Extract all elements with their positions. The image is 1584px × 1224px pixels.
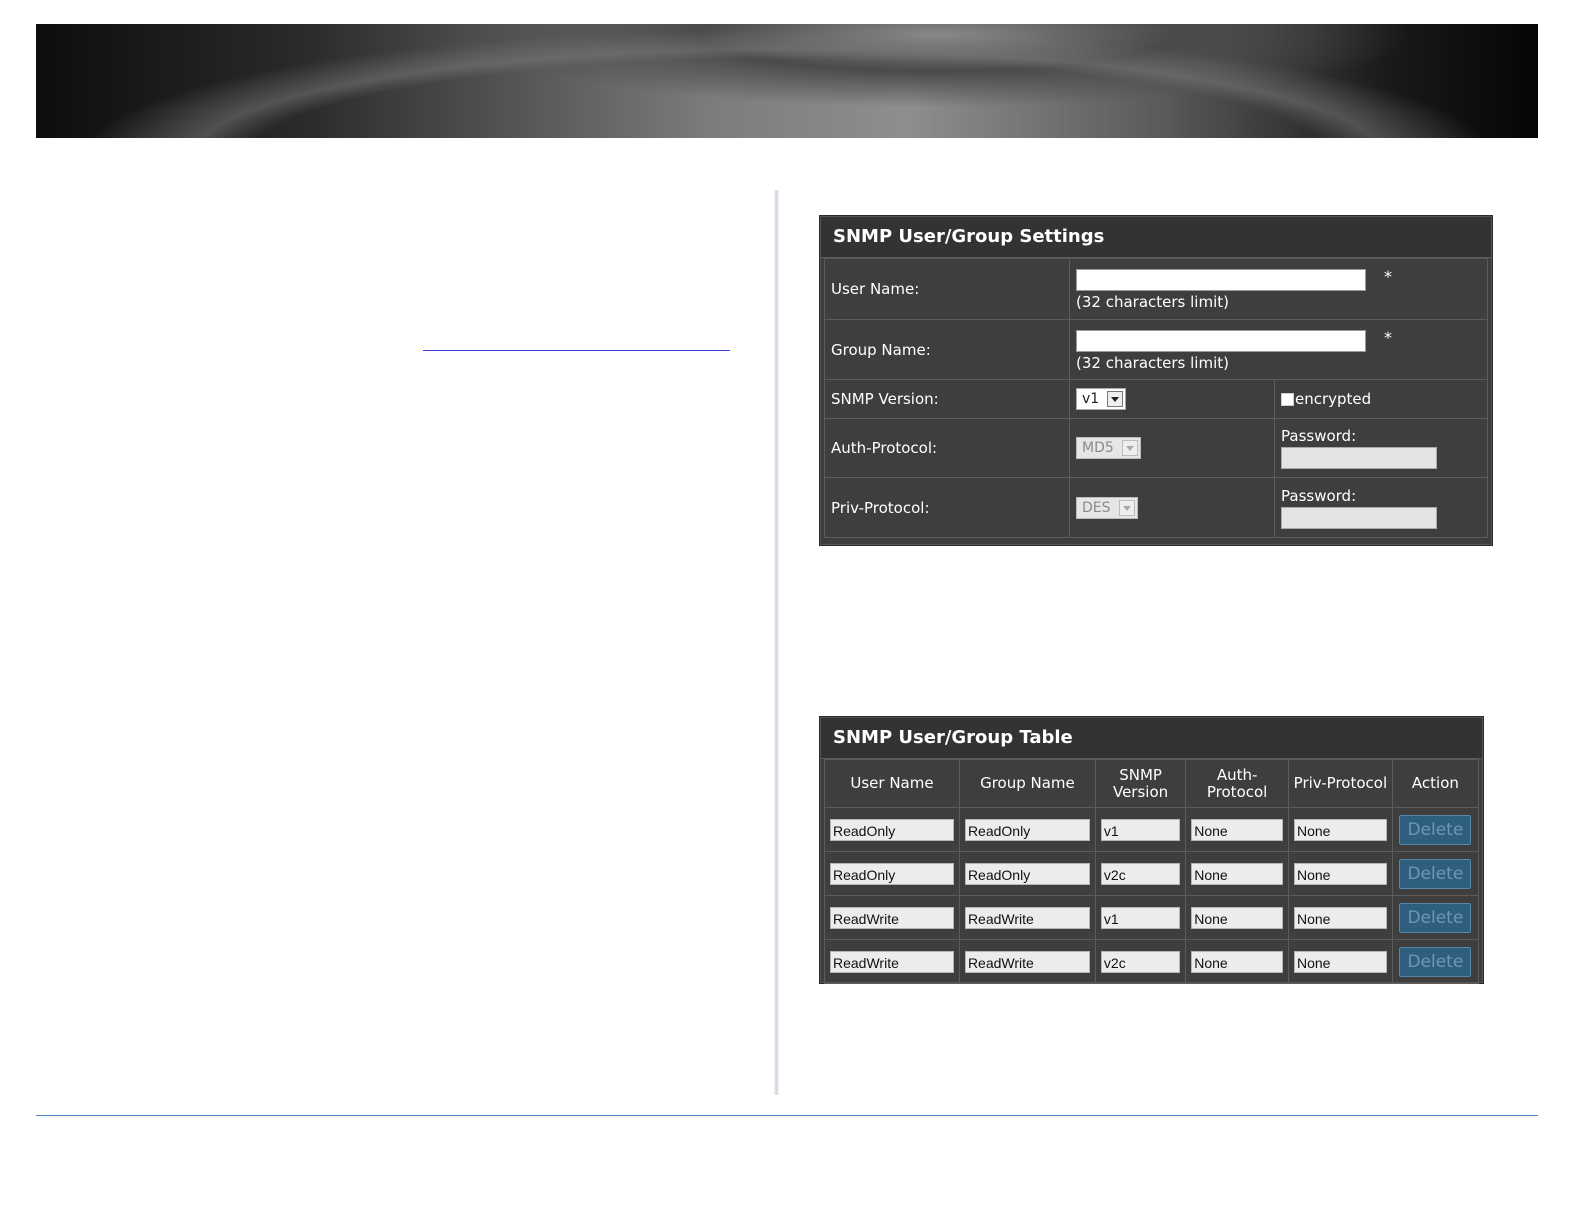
snmp-version-value: v1 (1082, 391, 1100, 407)
table-header-row: User Name Group Name SNMP Version Auth- … (824, 759, 1480, 808)
row-priv-protocol[interactable]: None (1294, 906, 1387, 929)
snmp-version-cell: v1 (1069, 379, 1275, 419)
priv-password-label: Password: (1281, 486, 1357, 505)
user-name-hint: (32 characters limit) (1076, 293, 1229, 311)
encrypted-checkbox[interactable] (1281, 393, 1294, 406)
group-name-cell: * (32 characters limit) (1069, 319, 1488, 380)
col-header-auth-protocol-line1: Auth- (1216, 765, 1258, 784)
group-name-label: Group Name: (824, 319, 1070, 380)
snmp-user-group-settings-panel: SNMP User/Group Settings User Name: * (3… (820, 216, 1492, 545)
col-header-snmp-version: SNMP Version (1094, 759, 1187, 808)
row-auth-protocol[interactable]: None (1191, 906, 1283, 929)
auth-password-input[interactable] (1281, 447, 1437, 469)
auth-password-cell: Password: (1274, 418, 1488, 478)
row-auth-protocol[interactable]: None (1191, 950, 1283, 973)
settings-form: User Name: * (32 characters limit) Group… (824, 258, 1488, 538)
priv-password-cell: Password: (1274, 477, 1488, 538)
delete-button[interactable]: Delete (1399, 858, 1472, 889)
row-priv-protocol[interactable]: None (1294, 818, 1387, 841)
col-header-group-name: Group Name (958, 759, 1096, 808)
auth-protocol-select[interactable]: MD5 (1076, 437, 1141, 459)
row-group-name[interactable]: ReadWrite (964, 906, 1090, 929)
footer-divider (36, 1115, 1538, 1116)
table-row: ReadOnly ReadOnly v1 None None Delete (824, 807, 1480, 852)
row-snmp-version[interactable]: v2c (1100, 862, 1181, 885)
row-user-name[interactable]: ReadOnly (830, 862, 954, 885)
group-name-hint: (32 characters limit) (1076, 353, 1229, 372)
row-auth-protocol[interactable]: None (1191, 862, 1283, 885)
col-header-priv-protocol: Priv-Protocol (1288, 759, 1393, 808)
encrypted-label: encrypted (1295, 390, 1372, 408)
row-auth-protocol[interactable]: None (1191, 818, 1283, 841)
delete-button[interactable]: Delete (1399, 946, 1472, 977)
col-header-auth-protocol-line2: Protocol (1206, 782, 1268, 801)
table-row: ReadWrite ReadWrite v1 None None Delete (824, 895, 1480, 940)
table-row: ReadWrite ReadWrite v2c None None Delete (824, 939, 1480, 984)
row-snmp-version[interactable]: v2c (1100, 950, 1181, 973)
row-user-name[interactable]: ReadWrite (830, 906, 954, 929)
col-header-action: Action (1391, 759, 1480, 808)
chevron-down-icon[interactable] (1121, 440, 1138, 456)
row-user-name[interactable]: ReadWrite (830, 950, 954, 973)
header-banner (36, 24, 1538, 138)
user-name-required-mark: * (1384, 267, 1392, 286)
priv-protocol-cell: DES (1069, 477, 1275, 538)
row-snmp-version[interactable]: v1 (1100, 906, 1181, 929)
row-group-name[interactable]: ReadWrite (964, 950, 1090, 973)
snmp-version-label: SNMP Version: (824, 379, 1070, 419)
col-header-snmp-version-line2: Version (1112, 782, 1169, 801)
settings-panel-title: SNMP User/Group Settings (821, 217, 1491, 258)
col-header-auth-protocol: Auth- Protocol (1185, 759, 1289, 808)
col-header-snmp-version-line1: SNMP (1119, 765, 1162, 784)
delete-button[interactable]: Delete (1399, 902, 1472, 933)
delete-button[interactable]: Delete (1399, 814, 1472, 845)
row-user-name[interactable]: ReadOnly (830, 818, 954, 841)
user-name-input[interactable] (1076, 269, 1366, 291)
row-group-name[interactable]: ReadOnly (964, 862, 1090, 885)
row-priv-protocol[interactable]: None (1294, 862, 1387, 885)
snmp-user-group-table: User Name Group Name SNMP Version Auth- … (824, 759, 1480, 984)
group-name-required-mark: * (1384, 328, 1392, 347)
chevron-down-icon[interactable] (1107, 391, 1124, 407)
table-row: ReadOnly ReadOnly v2c None None Delete (824, 851, 1480, 896)
priv-protocol-label: Priv-Protocol: (824, 477, 1070, 538)
table-panel-title: SNMP User/Group Table (821, 718, 1482, 759)
auth-protocol-value: MD5 (1082, 440, 1114, 456)
encrypted-cell: encrypted (1274, 379, 1488, 419)
priv-protocol-value: DES (1082, 499, 1111, 516)
snmp-version-select[interactable]: v1 (1076, 388, 1127, 410)
auth-protocol-label: Auth-Protocol: (824, 418, 1070, 478)
chevron-down-icon[interactable] (1118, 499, 1135, 516)
column-divider (774, 190, 779, 1095)
user-name-label: User Name: (824, 258, 1070, 320)
snmp-user-group-table-panel: SNMP User/Group Table User Name Group Na… (820, 717, 1483, 984)
auth-protocol-cell: MD5 (1069, 418, 1275, 478)
priv-protocol-select[interactable]: DES (1076, 496, 1138, 519)
auth-password-label: Password: (1281, 427, 1357, 445)
user-name-cell: * (32 characters limit) (1069, 258, 1488, 320)
row-snmp-version[interactable]: v1 (1100, 818, 1181, 841)
link-underline[interactable] (423, 350, 730, 351)
col-header-user-name: User Name (824, 759, 960, 808)
row-group-name[interactable]: ReadOnly (964, 818, 1090, 841)
row-priv-protocol[interactable]: None (1294, 950, 1387, 973)
priv-password-input[interactable] (1281, 506, 1437, 529)
group-name-input[interactable] (1076, 329, 1366, 352)
